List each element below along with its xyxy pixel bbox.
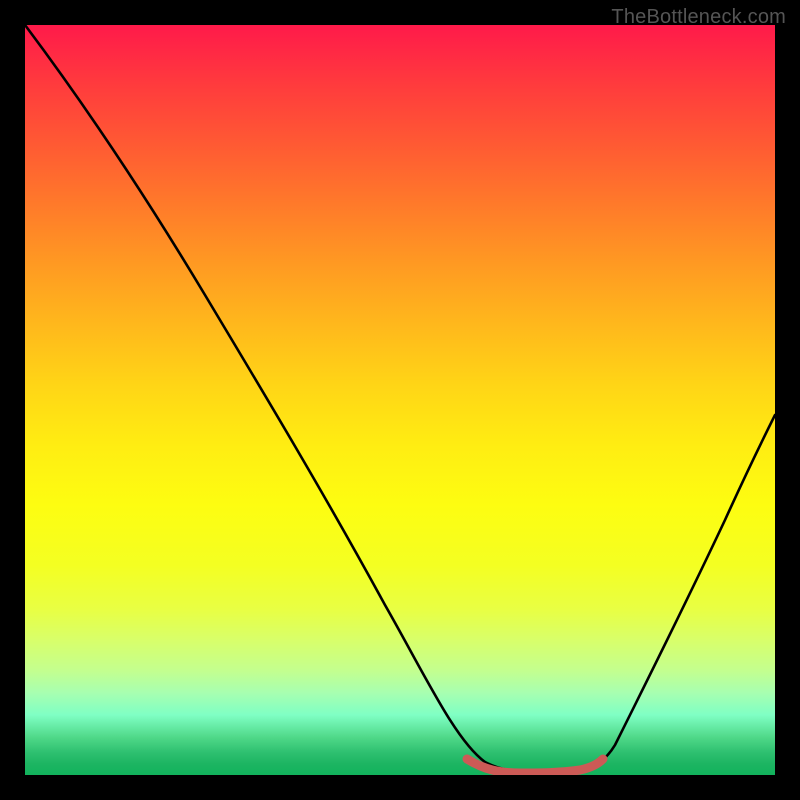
optimal-segment [467, 759, 603, 773]
bottleneck-curve [25, 25, 775, 773]
watermark-text: TheBottleneck.com [611, 6, 786, 29]
chart-plot-area [25, 25, 775, 775]
chart-svg [25, 25, 775, 775]
